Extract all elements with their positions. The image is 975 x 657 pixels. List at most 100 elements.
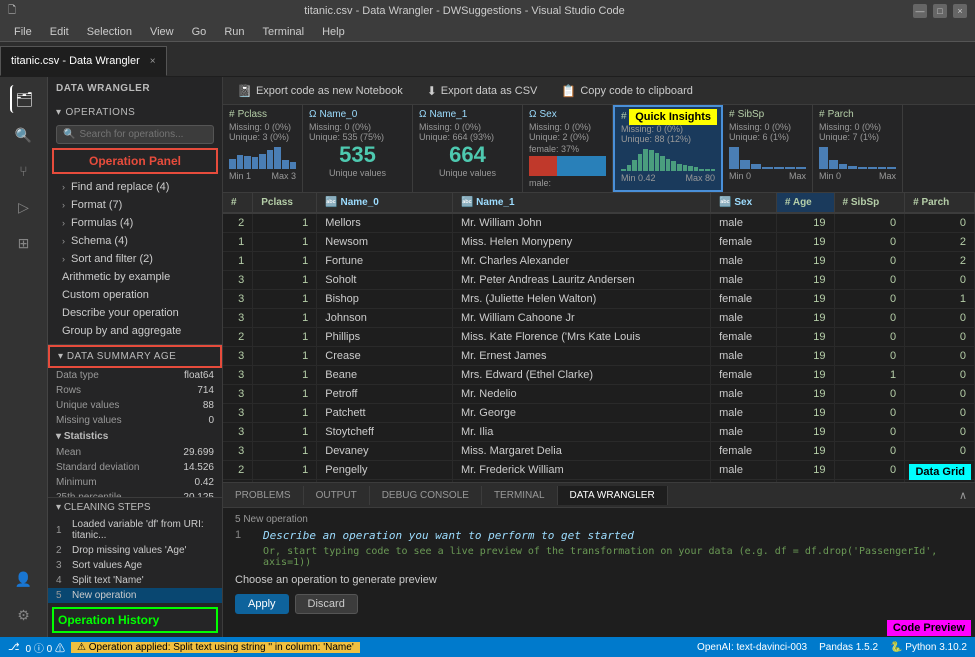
explorer-icon[interactable]: 🗂 xyxy=(10,85,38,113)
search-operations-box[interactable]: 🔍 xyxy=(56,125,214,144)
account-icon[interactable]: 👤 xyxy=(10,565,38,593)
op-describe[interactable]: Describe your operation xyxy=(48,304,222,322)
th-age[interactable]: # Age xyxy=(776,193,834,213)
col-stat-sibsp: # SibSp Missing: 0 (0%) Unique: 6 (1%) M… xyxy=(723,105,813,192)
window-title: titanic.csv - Data Wrangler - DWSuggesti… xyxy=(24,5,905,17)
tab-debug-console[interactable]: DEBUG CONSOLE xyxy=(370,486,482,505)
tab-terminal[interactable]: TERMINAL xyxy=(482,486,558,505)
table-cell: 19 xyxy=(776,347,834,366)
hash-icon: # xyxy=(229,109,235,120)
search-icon[interactable]: 🔍 xyxy=(10,121,38,149)
export-notebook-button[interactable]: 📓 Export code as new Notebook xyxy=(231,82,409,100)
menu-file[interactable]: File xyxy=(6,24,40,40)
mini-bar-chart-parch xyxy=(819,144,896,169)
table-cell: 1 xyxy=(253,385,317,404)
op-formulas[interactable]: › Formulas (4) xyxy=(48,214,222,232)
minimize-button[interactable]: — xyxy=(913,4,927,18)
source-control-icon[interactable]: ⑂ xyxy=(10,157,38,185)
menu-edit[interactable]: Edit xyxy=(42,24,77,40)
search-operations-input[interactable] xyxy=(79,129,207,140)
copy-code-button[interactable]: 📋 Copy code to clipboard xyxy=(555,82,698,100)
cleaning-step-2[interactable]: 2 Drop missing values 'Age' xyxy=(48,543,222,558)
data-grid[interactable]: # Pclass 🔤 Name_0 🔤 Name_1 🔤 Sex # Age #… xyxy=(223,193,975,482)
table-cell: Johnson xyxy=(317,309,453,328)
hash-icon-age: # xyxy=(621,111,627,122)
cleaning-step-3[interactable]: 3 Sort values Age xyxy=(48,558,222,573)
maximize-button[interactable]: □ xyxy=(933,4,947,18)
run-debug-icon[interactable]: ▷ xyxy=(10,193,38,221)
op-sort-filter[interactable]: › Sort and filter (2) xyxy=(48,250,222,268)
table-cell: 0 xyxy=(905,385,975,404)
menu-run[interactable]: Run xyxy=(216,24,252,40)
discard-button[interactable]: Discard xyxy=(295,594,358,614)
table-row: 21MellorsMr. William Johnmale1900 xyxy=(223,213,975,233)
column-stats-wrapper: # Pclass Missing: 0 (0%) Unique: 3 (0%) … xyxy=(223,105,975,193)
export-csv-button[interactable]: ⬇ Export data as CSV xyxy=(421,82,544,100)
table-cell: female xyxy=(711,366,777,385)
python-status: 🐍 Python 3.10.2 xyxy=(890,642,967,653)
settings-icon[interactable]: ⚙ xyxy=(10,601,38,629)
table-cell: 3 xyxy=(223,366,253,385)
tab-close-button[interactable]: × xyxy=(150,56,156,67)
tab-problems[interactable]: PROBLEMS xyxy=(223,486,304,505)
th-name1[interactable]: 🔤 Name_1 xyxy=(452,193,710,213)
op-find-replace[interactable]: › Find and replace (4) xyxy=(48,178,222,196)
table-cell: Mr. Ernest James xyxy=(452,347,710,366)
table-cell: 19 xyxy=(776,252,834,271)
cleaning-step-5[interactable]: 5 New operation xyxy=(48,588,222,603)
table-cell: 1 xyxy=(253,252,317,271)
col-header-pclass: # Pclass xyxy=(229,109,296,120)
menu-go[interactable]: Go xyxy=(184,24,215,40)
bottom-panel-close-button[interactable]: ∧ xyxy=(951,485,975,506)
active-tab[interactable]: titanic.csv - Data Wrangler × xyxy=(0,46,167,76)
table-cell: 2 xyxy=(223,213,253,233)
table-cell: 1 xyxy=(253,423,317,442)
col-stat-parch: # Parch Missing: 0 (0%) Unique: 7 (1%) M… xyxy=(813,105,903,192)
menu-terminal[interactable]: Terminal xyxy=(255,24,313,40)
menu-view[interactable]: View xyxy=(142,24,182,40)
apply-button[interactable]: Apply xyxy=(235,594,289,614)
table-cell: 0 xyxy=(834,271,905,290)
sex-female-bar xyxy=(529,156,557,176)
menu-help[interactable]: Help xyxy=(314,24,353,40)
extensions-icon[interactable]: ⊞ xyxy=(10,229,38,257)
table-cell: 1 xyxy=(834,366,905,385)
th-sex[interactable]: 🔤 Sex xyxy=(711,193,777,213)
col-name-parch: Parch xyxy=(828,109,854,120)
table-cell: 3 xyxy=(223,271,253,290)
cleaning-step-1[interactable]: 1 Loaded variable 'df' from URI: titanic… xyxy=(48,517,222,543)
cleaning-step-4[interactable]: 4 Split text 'Name' xyxy=(48,573,222,588)
menu-selection[interactable]: Selection xyxy=(79,24,140,40)
op-schema[interactable]: › Schema (4) xyxy=(48,232,222,250)
col-name-name1: Name_1 xyxy=(429,109,467,120)
col-stat-pclass: # Pclass Missing: 0 (0%) Unique: 3 (0%) … xyxy=(223,105,303,192)
th-index: # xyxy=(223,193,253,213)
op-arithmetic[interactable]: Arithmetic by example xyxy=(48,268,222,286)
summary-row-missing: Missing values 0 xyxy=(48,413,222,428)
table-cell: 2 xyxy=(223,461,253,480)
table-cell: 19 xyxy=(776,385,834,404)
op-format[interactable]: › Format (7) xyxy=(48,196,222,214)
table-cell: Mr. Ilia xyxy=(452,423,710,442)
table-row: 31BeaneMrs. Edward (Ethel Clarke)female1… xyxy=(223,366,975,385)
table-cell: Pengelly xyxy=(317,461,453,480)
tab-data-wrangler[interactable]: DATA WRANGLER xyxy=(558,486,668,505)
op-custom[interactable]: Custom operation xyxy=(48,286,222,304)
chevron-icon: › xyxy=(62,218,65,228)
close-button[interactable]: × xyxy=(953,4,967,18)
menu-bar: File Edit Selection View Go Run Terminal… xyxy=(0,22,975,42)
tab-output[interactable]: OUTPUT xyxy=(304,486,370,505)
table-cell: 0 xyxy=(834,347,905,366)
th-name0[interactable]: 🔤 Name_0 xyxy=(317,193,453,213)
op-group-by[interactable]: Group by and aggregate xyxy=(48,322,222,340)
th-pclass[interactable]: Pclass xyxy=(253,193,317,213)
table-cell: 0 xyxy=(905,423,975,442)
th-sibsp[interactable]: # SibSp xyxy=(834,193,905,213)
th-parch[interactable]: # Parch xyxy=(905,193,975,213)
download-icon: ⬇ xyxy=(427,84,437,98)
table-cell: 1 xyxy=(905,290,975,309)
table-row: 31StoytcheffMr. Iliamale1900 xyxy=(223,423,975,442)
window-controls[interactable]: — □ × xyxy=(913,4,967,18)
col-header-sex: Ω Sex xyxy=(529,109,606,120)
table-cell: Patchett xyxy=(317,404,453,423)
